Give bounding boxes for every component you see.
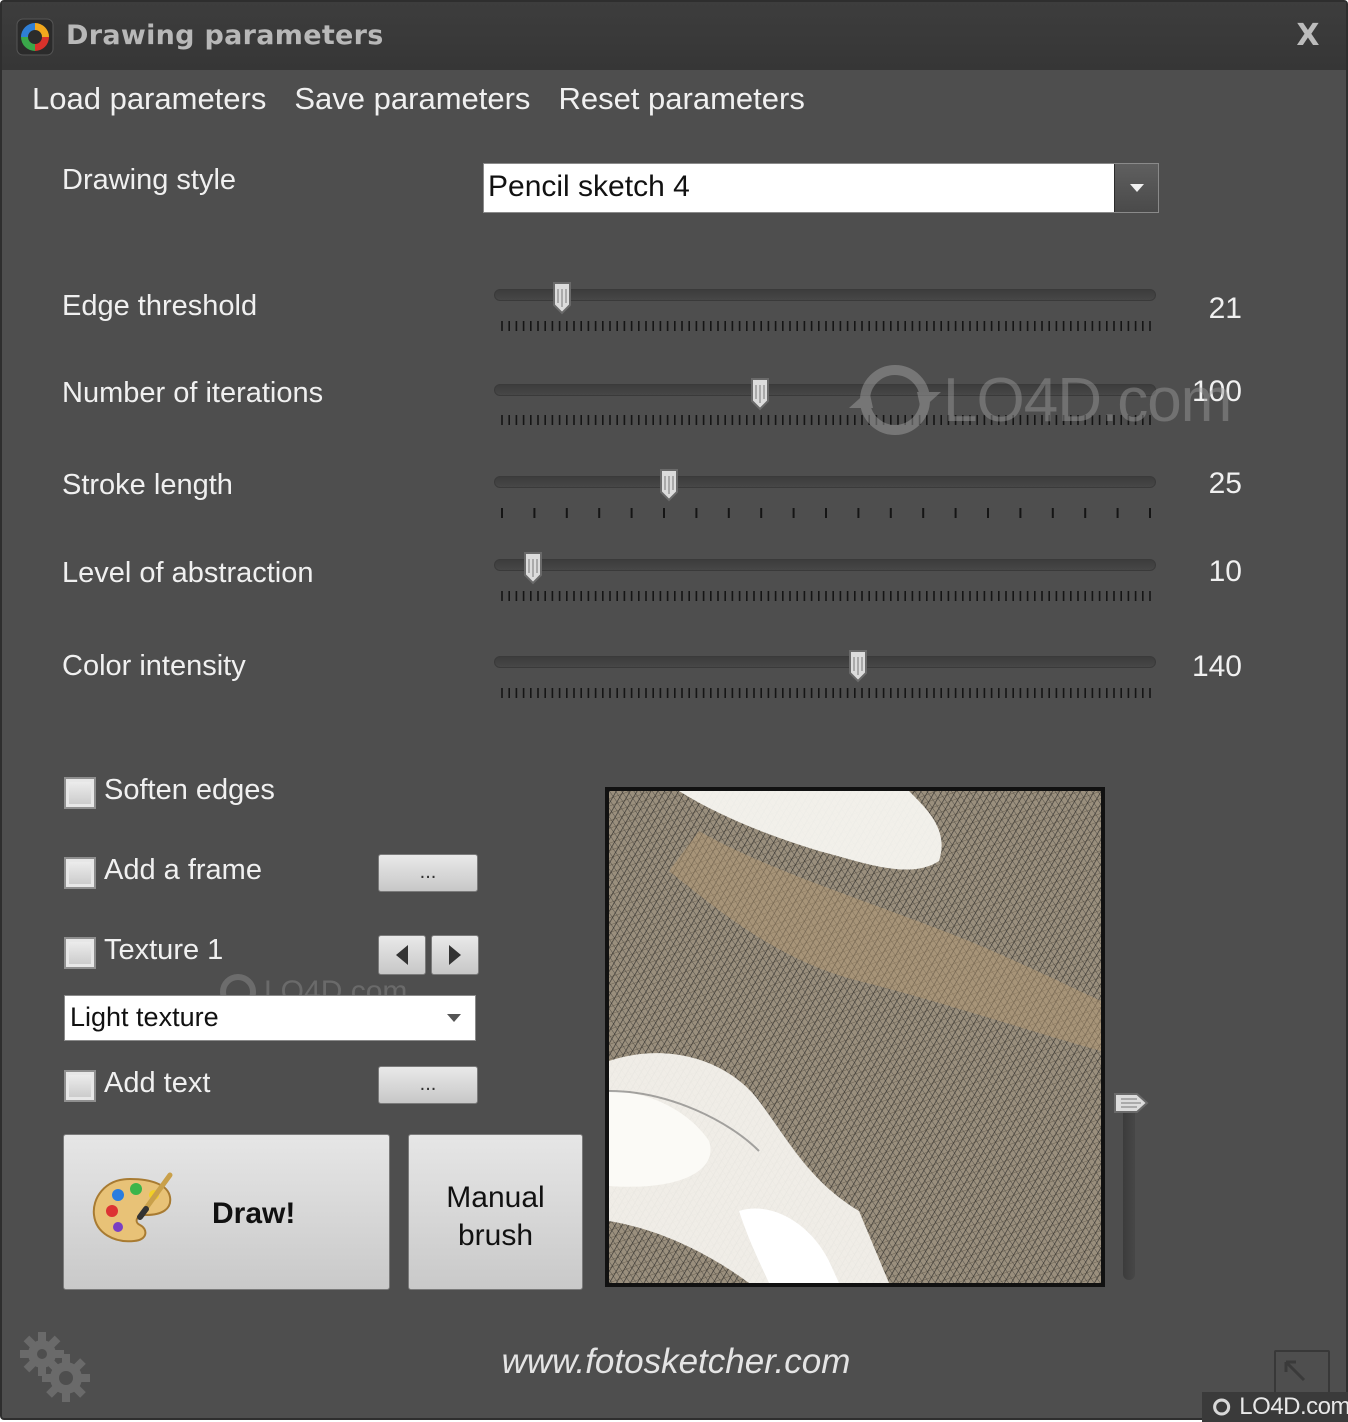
- abstraction-label: Level of abstraction: [62, 557, 314, 589]
- drawing-style-value: Pencil sketch 4: [488, 170, 690, 203]
- close-button[interactable]: X: [1292, 20, 1324, 52]
- drawing-style-select[interactable]: Pencil sketch 4: [483, 163, 1159, 213]
- stroke-length-thumb[interactable]: [659, 468, 679, 502]
- texture-prev-button[interactable]: [378, 935, 426, 975]
- edge-threshold-label: Edge threshold: [62, 290, 258, 322]
- menu-reset-parameters[interactable]: Reset parameters: [558, 78, 804, 122]
- texture-checkbox[interactable]: [64, 937, 96, 969]
- color-intensity-track[interactable]: [494, 656, 1156, 668]
- sketch-preview-image: [609, 791, 1101, 1283]
- gear-icon[interactable]: [16, 1328, 96, 1408]
- edge-threshold-thumb[interactable]: [552, 281, 572, 315]
- menu-bar: Load parameters Save parameters Reset pa…: [32, 78, 833, 122]
- color-intensity-thumb[interactable]: [848, 649, 868, 683]
- arrow-left-icon: [396, 945, 408, 965]
- text-options-button[interactable]: ...: [378, 1066, 478, 1104]
- iterations-label: Number of iterations: [62, 377, 324, 409]
- iterations-thumb[interactable]: [750, 377, 770, 411]
- color-intensity-ticks: [501, 688, 1151, 698]
- manual-brush-button[interactable]: Manual brush: [408, 1134, 583, 1290]
- iterations-value: 100: [1191, 375, 1242, 408]
- dropdown-arrow-icon: [1129, 184, 1144, 192]
- edge-threshold-track[interactable]: [494, 289, 1156, 301]
- watermark-corner-globe-icon: [1213, 1398, 1231, 1416]
- zoom-slider-thumb[interactable]: [1113, 1092, 1149, 1114]
- draw-button-label: Draw!: [212, 1197, 296, 1230]
- drawing-style-label: Drawing style: [62, 164, 237, 196]
- manual-brush-line1: Manual: [446, 1181, 545, 1214]
- iterations-ticks: [501, 415, 1151, 425]
- iterations-track[interactable]: [494, 384, 1156, 396]
- stroke-length-track[interactable]: [494, 476, 1156, 488]
- close-icon[interactable]: X: [1296, 18, 1319, 53]
- arrow-right-icon: [449, 945, 461, 965]
- add-text-checkbox[interactable]: [64, 1070, 96, 1102]
- watermark-corner-text: LO4D.com: [1239, 1393, 1348, 1420]
- drawing-parameters-window: Drawing parameters X Load parameters Sav…: [0, 0, 1348, 1422]
- drawing-style-dropdown-button[interactable]: [1114, 164, 1158, 212]
- texture-next-button[interactable]: [431, 935, 479, 975]
- texture-select[interactable]: Light texture: [64, 995, 476, 1041]
- draw-button[interactable]: Draw!: [63, 1134, 390, 1290]
- resize-icon: [1284, 1360, 1306, 1382]
- edge-threshold-value: 21: [1208, 292, 1242, 325]
- zoom-slider-track[interactable]: [1123, 1094, 1135, 1280]
- stroke-length-value: 25: [1208, 467, 1242, 500]
- window-title: Drawing parameters: [66, 20, 384, 51]
- texture-label[interactable]: Texture 1: [104, 934, 223, 967]
- edge-threshold-ticks: [501, 321, 1151, 331]
- menu-save-parameters[interactable]: Save parameters: [294, 78, 530, 122]
- website-link[interactable]: www.fotosketcher.com: [2, 1342, 1348, 1382]
- watermark-corner: LO4D.com: [1202, 1392, 1348, 1422]
- dropdown-arrow-icon: [447, 1014, 461, 1022]
- abstraction-thumb[interactable]: [523, 551, 543, 585]
- stroke-length-ticks: [501, 508, 1151, 518]
- color-intensity-value: 140: [1191, 650, 1242, 683]
- abstraction-value: 10: [1208, 555, 1242, 588]
- palette-icon: [92, 1172, 173, 1243]
- add-text-label[interactable]: Add text: [104, 1067, 210, 1100]
- stroke-length-label: Stroke length: [62, 469, 233, 501]
- soften-edges-checkbox[interactable]: [64, 777, 96, 809]
- frame-options-button[interactable]: ...: [378, 854, 478, 892]
- manual-brush-line2: brush: [457, 1219, 534, 1252]
- add-frame-checkbox[interactable]: [64, 857, 96, 889]
- sketch-preview: [605, 787, 1105, 1287]
- title-bar[interactable]: Drawing parameters X: [2, 2, 1346, 70]
- color-intensity-label: Color intensity: [62, 650, 246, 682]
- app-logo-icon: [16, 18, 54, 56]
- add-frame-label[interactable]: Add a frame: [104, 854, 262, 887]
- soften-edges-label[interactable]: Soften edges: [104, 774, 275, 807]
- texture-select-value: Light texture: [70, 1002, 219, 1032]
- abstraction-ticks: [501, 591, 1151, 601]
- abstraction-track[interactable]: [494, 559, 1156, 571]
- manual-brush-label: Manual brush: [409, 1179, 582, 1255]
- menu-load-parameters[interactable]: Load parameters: [32, 78, 266, 122]
